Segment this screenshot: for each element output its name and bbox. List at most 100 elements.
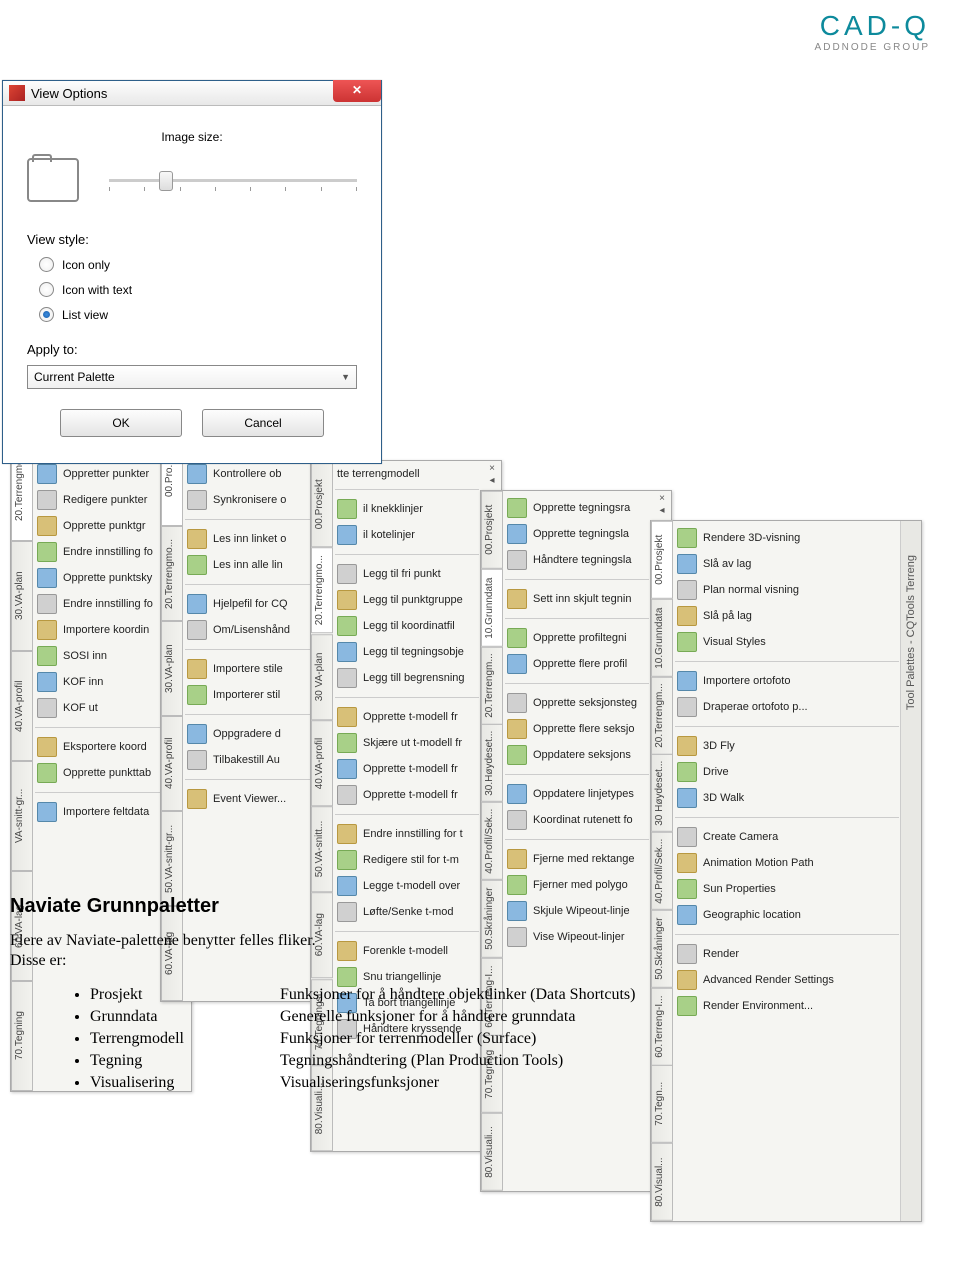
palette-item[interactable]: Skjære ut t-modell fr — [335, 730, 479, 756]
palette-item[interactable]: Importere feltdata — [35, 799, 169, 825]
palette-item[interactable]: Opprette punktgr — [35, 513, 169, 539]
palette-item[interactable]: Synkronisere o — [185, 487, 311, 513]
palette-item[interactable]: Legg til punktgruppe — [335, 587, 479, 613]
palette-item[interactable]: Slå på lag — [675, 603, 899, 629]
radio-list-view[interactable]: List view — [39, 307, 357, 322]
palette-item[interactable]: Advanced Render Settings — [675, 967, 899, 993]
palette-tab[interactable]: 50.VA-snitt-gr... — [161, 811, 183, 906]
palette-item[interactable]: Sett inn skjult tegnin — [505, 586, 649, 612]
palette-tab[interactable]: 40.Profil/Sek... — [651, 832, 673, 910]
palette-item[interactable]: Kontrollere ob — [185, 461, 311, 487]
palette-item[interactable]: Draperae ortofoto p... — [675, 694, 899, 720]
palette-item[interactable]: Redigere stil for t-m — [335, 847, 479, 873]
palette-tab[interactable]: 40.VA-profil — [11, 651, 33, 761]
palette-tab[interactable]: 50.Skråninger — [651, 910, 673, 988]
palette-item[interactable]: Opprette seksjonsteg — [505, 690, 649, 716]
palette-item[interactable]: Opprette flere profil — [505, 651, 649, 677]
palette-item[interactable]: Opprette tegningsra — [505, 495, 649, 521]
palette-tab[interactable]: 20.Terrengm... — [481, 647, 503, 725]
palette-item[interactable]: Opprette punkttab — [35, 760, 169, 786]
palette-tab[interactable]: 30.VA-plan — [161, 621, 183, 716]
palette-item[interactable]: Opprette tegningsla — [505, 521, 649, 547]
palette-item[interactable]: Om/Lisenshånd — [185, 617, 311, 643]
palette-item[interactable]: Hjelpefil for CQ — [185, 591, 311, 617]
palette-item[interactable]: Sun Properties — [675, 876, 899, 902]
palette-item[interactable]: Legg til koordinatfil — [335, 613, 479, 639]
palette-item[interactable]: Create Camera — [675, 824, 899, 850]
palette-item[interactable]: Animation Motion Path — [675, 850, 899, 876]
palette-tab[interactable]: 80.Visuali... — [481, 1113, 503, 1191]
palette-item[interactable]: tte terrengmodell — [335, 465, 479, 483]
palette-item[interactable]: Legg til tegningsobje — [335, 639, 479, 665]
palette-item[interactable]: Oppgradere d — [185, 721, 311, 747]
palette-tab[interactable]: 10.Grunndata — [651, 599, 673, 677]
palette-item[interactable]: Les inn linket o — [185, 526, 311, 552]
radio-icon-with-text[interactable]: Icon with text — [39, 282, 357, 297]
close-icon[interactable]: ✕ — [333, 80, 381, 102]
palette-item[interactable]: Importerer stil — [185, 682, 311, 708]
dialog-titlebar[interactable]: View Options ✕ — [3, 81, 381, 106]
palette-item[interactable]: Legg til fri punkt — [335, 561, 479, 587]
palette-item[interactable]: Tilbakestill Au — [185, 747, 311, 773]
palette-tab[interactable]: 40.VA-profil — [161, 716, 183, 811]
palette-titlebar[interactable]: Tool Palettes - CQTools Terreng — [900, 521, 921, 1221]
palette-tab[interactable]: 80.Visual... — [651, 1143, 673, 1221]
palette-item[interactable]: Endre innstilling fo — [35, 539, 169, 565]
palette-item[interactable]: Rendere 3D-visning — [675, 525, 899, 551]
palette-item[interactable]: Opprette t-modell fr — [335, 756, 479, 782]
palette-tab[interactable]: 20.Terrengmo... — [161, 526, 183, 621]
apply-to-combo[interactable]: Current Palette — [27, 365, 357, 389]
palette-item[interactable]: Endre innstilling fo — [35, 591, 169, 617]
palette-item[interactable]: KOF ut — [35, 695, 169, 721]
palette-tab[interactable]: 30 VA-plan — [311, 634, 333, 720]
palette-item[interactable]: Render — [675, 941, 899, 967]
palette-tab[interactable]: 20.Terrengm... — [651, 677, 673, 755]
image-size-slider[interactable] — [109, 179, 357, 182]
palette-item[interactable]: Opprette t-modell fr — [335, 704, 479, 730]
palette-item[interactable]: Endre innstilling for t — [335, 821, 479, 847]
palette-item[interactable]: Drive — [675, 759, 899, 785]
palette-item[interactable]: Event Viewer... — [185, 786, 311, 812]
palette-item[interactable]: il kotelinjer — [335, 522, 479, 548]
palette-item[interactable]: Importere stile — [185, 656, 311, 682]
palette-tab[interactable]: 10.Grunndata — [481, 569, 503, 647]
palette-item[interactable]: Fjerne med rektange — [505, 846, 649, 872]
palette-tab[interactable]: 60.Terreng-I... — [651, 988, 673, 1066]
cancel-button[interactable]: Cancel — [202, 409, 324, 437]
palette-item[interactable]: Importere koordin — [35, 617, 169, 643]
palette-item[interactable]: il knekklinjer — [335, 496, 479, 522]
palette-item[interactable]: Opprette punktsky — [35, 565, 169, 591]
palette-tab[interactable]: 00.Prosjekt — [481, 491, 503, 569]
palette-item[interactable]: Koordinat rutenett fo — [505, 807, 649, 833]
palette-tab[interactable]: VA-snitt-gr... — [11, 761, 33, 871]
palette-close-icon[interactable]: ×◂ — [655, 493, 669, 517]
palette-tab[interactable]: 30 Høydeset... — [651, 754, 673, 832]
palette-item[interactable]: KOF inn — [35, 669, 169, 695]
palette-item[interactable]: Visual Styles — [675, 629, 899, 655]
palette-item[interactable]: Plan normal visning — [675, 577, 899, 603]
palette-tab[interactable]: 20.Terrengmo... — [311, 547, 333, 633]
palette-tab[interactable]: 30.VA-plan — [11, 541, 33, 651]
palette-item[interactable]: 3D Walk — [675, 785, 899, 811]
palette-item[interactable]: Redigere punkter — [35, 487, 169, 513]
palette-item[interactable]: Håndtere tegningsla — [505, 547, 649, 573]
palette-item[interactable]: Slå av lag — [675, 551, 899, 577]
palette-tab[interactable]: 40.Profil/Sek... — [481, 802, 503, 880]
palette-item[interactable]: Render Environment... — [675, 993, 899, 1019]
palette-item[interactable]: Opprette profiltegni — [505, 625, 649, 651]
palette-item[interactable]: Oppdatere linjetypes — [505, 781, 649, 807]
palette-item[interactable]: Opprette flere seksjo — [505, 716, 649, 742]
palette-tab[interactable]: 30.Høydeset... — [481, 724, 503, 802]
palette-tab[interactable]: 00.Prosjekt — [311, 461, 333, 547]
palette-item[interactable]: Geographic location — [675, 902, 899, 928]
palette-tab[interactable]: 70.Tegn... — [651, 1065, 673, 1143]
radio-icon-only[interactable]: Icon only — [39, 257, 357, 272]
palette-item[interactable]: Importere ortofoto — [675, 668, 899, 694]
palette-item[interactable]: SOSI inn — [35, 643, 169, 669]
palette-item[interactable]: Les inn alle lin — [185, 552, 311, 578]
palette-tab[interactable]: 50.VA-snitt... — [311, 806, 333, 892]
palette-item[interactable]: Legg till begrensning — [335, 665, 479, 691]
palette-item[interactable]: Oppdatere seksjons — [505, 742, 649, 768]
palette-item[interactable]: 3D Fly — [675, 733, 899, 759]
palette-tab[interactable]: 00.Prosjekt — [651, 521, 673, 599]
